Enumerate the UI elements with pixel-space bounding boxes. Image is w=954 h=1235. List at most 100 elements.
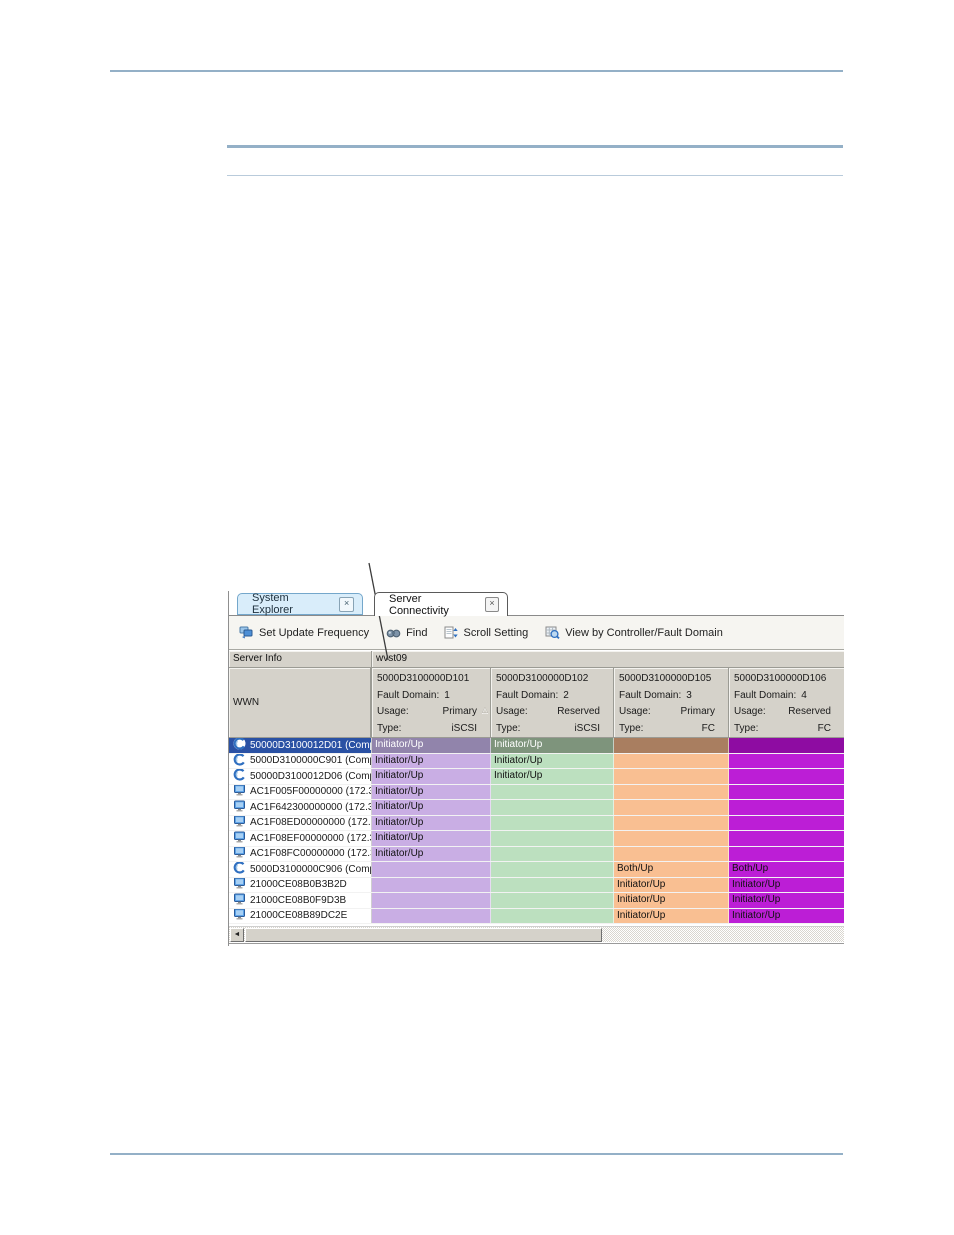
connectivity-cell[interactable]: Initiator/Up [491, 738, 614, 753]
connectivity-cell[interactable]: Both/Up [729, 862, 844, 877]
connectivity-cell[interactable]: Initiator/Up [614, 909, 729, 924]
tab-system-explorer[interactable]: System Explorer × [237, 593, 363, 615]
wwn-row-label[interactable]: 21000CE08B0F9D3B [229, 893, 372, 908]
wwn-row-label[interactable]: 5000D3100000C906 (Compel [229, 862, 372, 877]
wwn-row-label[interactable]: AC1F08ED00000000 (172.31 [229, 816, 372, 831]
connectivity-cell[interactable] [614, 831, 729, 846]
connectivity-cell[interactable] [614, 785, 729, 800]
view-by-controller-button[interactable]: View by Controller/Fault Domain [545, 626, 723, 639]
fault-domain-label: Fault Domain: [377, 688, 439, 705]
table-row[interactable]: AC1F08EF00000000 (172.31 Initiator/Up [229, 831, 844, 847]
connectivity-cell[interactable]: Initiator/Up [614, 893, 729, 908]
table-row[interactable]: 5000D3100000C906 (Compel Both/Up Both/Up [229, 862, 844, 878]
type-value: FC [818, 721, 839, 738]
table-row[interactable]: 21000CE08B89DC2E Initiator/Up Initiator/… [229, 909, 844, 925]
wwn-row-label[interactable]: AC1F08EF00000000 (172.31 [229, 831, 372, 846]
connectivity-cell[interactable] [614, 800, 729, 815]
connectivity-cell[interactable] [614, 816, 729, 831]
connectivity-cell[interactable]: Initiator/Up [372, 831, 491, 846]
connectivity-cell[interactable]: Initiator/Up [491, 769, 614, 784]
connectivity-cell[interactable] [729, 816, 844, 831]
connectivity-cell[interactable]: Initiator/Up [372, 800, 491, 815]
connectivity-cell[interactable]: Initiator/Up [372, 754, 491, 769]
connectivity-cell[interactable] [491, 909, 614, 924]
connectivity-cell[interactable] [614, 769, 729, 784]
connectivity-cell[interactable] [729, 754, 844, 769]
connectivity-cell[interactable]: Initiator/Up [491, 754, 614, 769]
scroll-setting-button[interactable]: Scroll Setting [444, 626, 528, 639]
connectivity-cell[interactable]: Initiator/Up [372, 769, 491, 784]
connectivity-cell[interactable] [491, 847, 614, 862]
connectivity-cell[interactable] [729, 800, 844, 815]
wwn-column-header[interactable]: WWN [229, 668, 372, 738]
tab-server-connectivity[interactable]: Server Connectivity × [374, 592, 508, 616]
table-row[interactable]: 21000CE08B0B3B2D Initiator/Up Initiator/… [229, 878, 844, 894]
server-icon [233, 816, 246, 831]
connectivity-cell[interactable] [491, 878, 614, 893]
table-row[interactable]: AC1F08ED00000000 (172.31 Initiator/Up [229, 816, 844, 832]
horizontal-scrollbar[interactable]: ◄ [229, 926, 844, 942]
table-row[interactable]: 50000D3100012D06 (Compel Initiator/Up In… [229, 769, 844, 785]
document-page: { "screenshot": { "tabs": [ { "label": "… [0, 0, 954, 1235]
controller-port-header-1[interactable]: 5000D3100000D101 Fault Domain:1 Usage:Pr… [372, 668, 491, 738]
table-row[interactable]: AC1F005F00000000 (172.31 Initiator/Up [229, 785, 844, 801]
connectivity-cell[interactable] [491, 785, 614, 800]
toolbar-button-label: Set Update Frequency [259, 627, 369, 639]
connectivity-cell[interactable] [729, 738, 844, 753]
scroll-left-button[interactable]: ◄ [230, 928, 244, 942]
wwn-row-label[interactable]: AC1F005F00000000 (172.31 [229, 785, 372, 800]
connectivity-cell[interactable]: Both/Up [614, 862, 729, 877]
connectivity-cell[interactable]: Initiator/Up [614, 878, 729, 893]
wwn-row-label[interactable]: 21000CE08B0B3B2D [229, 878, 372, 893]
close-icon[interactable]: × [339, 597, 354, 612]
find-button[interactable]: Find [386, 627, 427, 639]
connectivity-cell[interactable] [372, 878, 491, 893]
wwn-row-label[interactable]: AC1F08FC00000000 (172.31 [229, 847, 372, 862]
wwn-row-label[interactable]: 50000D3100012D06 (Compel [229, 769, 372, 784]
connectivity-cell[interactable]: Initiator/Up [729, 909, 844, 924]
wwn-row-label[interactable]: 50000D3100012D01 (Compel [229, 738, 372, 753]
connectivity-cell[interactable]: Initiator/Up [372, 816, 491, 831]
connectivity-cell[interactable]: Initiator/Up [372, 738, 491, 753]
connectivity-cell[interactable] [491, 862, 614, 877]
connectivity-cell[interactable]: Initiator/Up [372, 785, 491, 800]
wwn-row-label[interactable]: AC1F642300000000 (172.31 [229, 800, 372, 815]
controller-port-header-2[interactable]: 5000D3100000D102 Fault Domain:2 Usage:Re… [491, 668, 614, 738]
connectivity-cell[interactable] [729, 785, 844, 800]
server-name-header[interactable]: wvst09 [372, 651, 844, 668]
connectivity-cell[interactable]: Initiator/Up [729, 893, 844, 908]
connectivity-cell[interactable]: Initiator/Up [729, 878, 844, 893]
server-info-header[interactable]: Server Info [229, 651, 372, 668]
controller-port-header-3[interactable]: 5000D3100000D105 Fault Domain:3 Usage:Pr… [614, 668, 729, 738]
table-row[interactable]: 50000D3100012D01 (Compel Initiator/Up In… [229, 738, 844, 754]
table-row[interactable]: AC1F08FC00000000 (172.31 Initiator/Up [229, 847, 844, 863]
connectivity-cell[interactable] [372, 909, 491, 924]
table-row[interactable]: 21000CE08B0F9D3B Initiator/Up Initiator/… [229, 893, 844, 909]
connectivity-cell[interactable] [729, 831, 844, 846]
connectivity-cell[interactable] [729, 847, 844, 862]
close-icon[interactable]: × [485, 597, 499, 612]
connectivity-cell[interactable] [614, 754, 729, 769]
wwn-row-label[interactable]: 21000CE08B89DC2E [229, 909, 372, 924]
connectivity-cell[interactable] [614, 847, 729, 862]
controller-port-header-4[interactable]: 5000D3100000D106 Fault Domain:4 Usage:Re… [729, 668, 844, 738]
server-icon [233, 831, 246, 846]
connectivity-cell[interactable] [491, 816, 614, 831]
connectivity-cell[interactable] [372, 893, 491, 908]
set-update-frequency-button[interactable]: Set Update Frequency [239, 626, 369, 639]
fault-domain-label: Fault Domain: [619, 688, 681, 705]
toolbar-button-label: View by Controller/Fault Domain [565, 627, 723, 639]
connectivity-cell[interactable] [372, 862, 491, 877]
connectivity-cell[interactable] [491, 800, 614, 815]
table-row[interactable]: 5000D3100000C901 (Compel Initiator/Up In… [229, 754, 844, 770]
connectivity-cell[interactable] [614, 738, 729, 753]
connectivity-cell[interactable] [491, 893, 614, 908]
connectivity-cell[interactable] [491, 831, 614, 846]
fault-domain-value: 4 [801, 688, 807, 705]
table-row[interactable]: AC1F642300000000 (172.31 Initiator/Up [229, 800, 844, 816]
connectivity-cell[interactable] [729, 769, 844, 784]
scrollbar-thumb[interactable] [245, 928, 602, 942]
sort-indicator-icon[interactable]: △ [482, 705, 488, 714]
wwn-row-label[interactable]: 5000D3100000C901 (Compel [229, 754, 372, 769]
connectivity-cell[interactable]: Initiator/Up [372, 847, 491, 862]
